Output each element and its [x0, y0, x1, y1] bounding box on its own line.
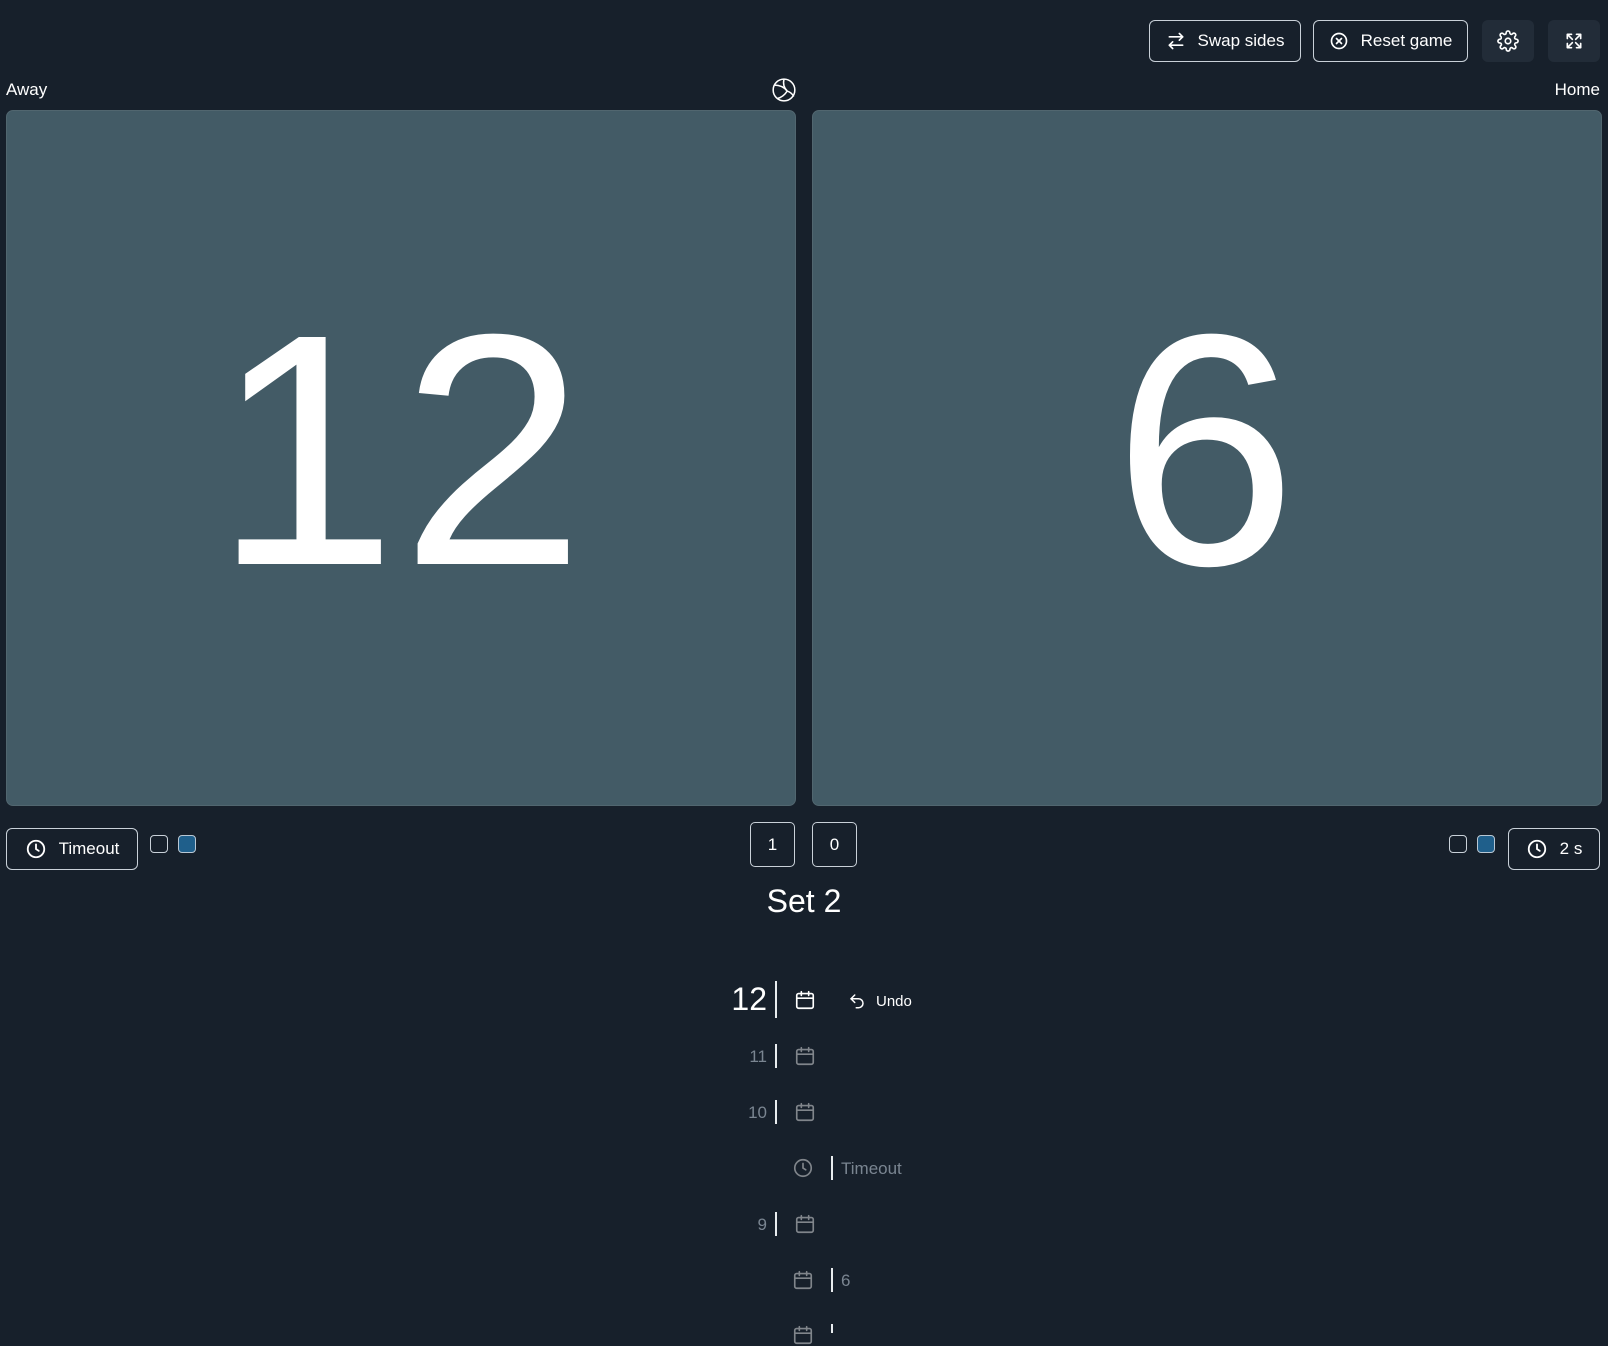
history-divider [831, 1324, 833, 1333]
calendar-icon [795, 1046, 815, 1066]
close-circle-icon [1330, 32, 1347, 50]
away-team-label: Away [6, 80, 48, 99]
fullscreen-icon [1566, 33, 1582, 49]
swap-sides-button[interactable]: Swap sides [1149, 20, 1301, 62]
settings-button[interactable] [1482, 20, 1534, 62]
set-title: Set 2 [766, 883, 842, 919]
history-divider [831, 1156, 833, 1180]
home-timeout-checkbox-2[interactable] [1477, 835, 1495, 853]
away-timeout-label: Timeout [58, 839, 120, 858]
calendar-icon [793, 1270, 813, 1290]
home-timeout-button[interactable]: 2 s [1508, 828, 1600, 870]
calendar-icon [795, 990, 815, 1010]
away-score: 12 [213, 265, 589, 634]
swap-sides-label: Swap sides [1197, 31, 1285, 50]
history-entry-label: 6 [841, 1271, 851, 1290]
swap-icon [1168, 32, 1184, 50]
history-entry-label: Timeout [841, 1159, 902, 1178]
home-score: 6 [1113, 265, 1301, 634]
home-timeout-label: 2 s [1559, 839, 1583, 858]
volleyball-serve-icon [772, 78, 796, 102]
reset-game-label: Reset game [1360, 31, 1453, 50]
history-divider [775, 1212, 777, 1236]
calendar-icon [793, 1325, 813, 1345]
history-divider [775, 1100, 777, 1124]
calendar-icon [795, 1214, 815, 1234]
home-score-panel[interactable]: 6 [812, 110, 1602, 806]
history-entry-score: 10 [748, 1103, 767, 1122]
home-team-label: Home [1554, 80, 1600, 99]
away-timeout-checkbox-2[interactable] [178, 835, 196, 853]
gear-icon [1497, 30, 1519, 52]
away-score-panel[interactable]: 12 [6, 110, 796, 806]
history-entry-score: 11 [749, 1047, 767, 1066]
history-divider [775, 981, 777, 1018]
clock-icon [26, 839, 45, 859]
history-current-score: 12 [731, 981, 767, 1017]
fullscreen-button[interactable] [1548, 20, 1600, 62]
clock-icon [793, 1158, 813, 1178]
reset-game-button[interactable]: Reset game [1313, 20, 1468, 62]
away-timeout-button[interactable]: Timeout [6, 828, 138, 870]
clock-icon [1527, 839, 1546, 859]
undo-label: Undo [876, 992, 912, 1010]
calendar-icon [795, 1102, 815, 1122]
undo-icon [850, 994, 864, 1009]
away-sets-won[interactable]: 1 [750, 822, 795, 867]
history-divider [831, 1268, 833, 1292]
home-timeout-checkbox-1[interactable] [1449, 835, 1467, 853]
history-entry-score: 9 [757, 1215, 767, 1234]
history-divider [775, 1044, 777, 1068]
undo-button[interactable]: Undo [848, 992, 912, 1010]
away-timeout-checkbox-1[interactable] [150, 835, 168, 853]
home-sets-won[interactable]: 0 [812, 822, 857, 867]
